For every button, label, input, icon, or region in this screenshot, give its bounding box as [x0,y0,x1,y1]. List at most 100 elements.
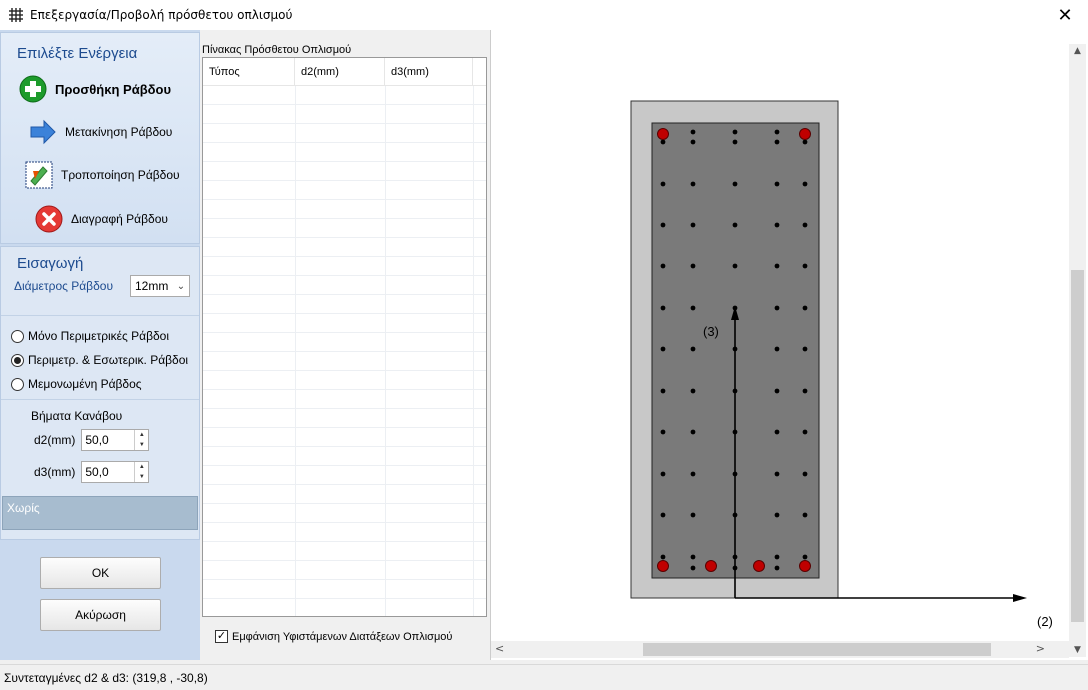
table-header: Τύπος d2(mm) d3(mm) [203,58,486,86]
grid-point [732,181,738,187]
grid-point [690,263,696,269]
grid-point [774,512,780,518]
grid-point [802,429,808,435]
grid-point [774,346,780,352]
status-bar: Συντεταγμένες d2 & d3: (319,8 , -30,8) [0,664,1088,690]
add-rebar-button[interactable]: Προσθήκη Ράβδου [19,75,171,103]
axis-2-label: (2) [1037,614,1053,629]
column-line [385,86,386,616]
grid-point [732,222,738,228]
spin-up-icon[interactable]: ▲ [135,430,148,440]
radio-single-bar[interactable]: Μεμονωμένη Ράβδος [11,377,142,391]
scroll-right-icon[interactable]: > [1036,642,1045,655]
grid-point [774,429,780,435]
grid-steps-title: Βήματα Κανάβου [31,409,123,423]
grid-point [802,512,808,518]
section-drawing[interactable]: (3) (2) [491,30,1069,642]
grid-point [802,554,808,560]
mode-status-box: Χωρίς [2,496,198,530]
add-rebar-label: Προσθήκη Ράβδου [55,81,172,97]
divider [1,315,199,316]
arrow-right-icon [30,119,56,145]
radio-circle [11,329,24,343]
radio-perimeter-only[interactable]: Μόνο Περιμετρικές Ράβδοι [11,329,169,343]
grid-point [660,388,666,394]
diameter-select[interactable]: 12mm ⌄ [130,275,190,297]
grid-point [660,554,666,560]
drawing-area[interactable]: (3) (2) ▲ ▼ < > [490,30,1088,660]
actions-group: Επιλέξτε Ενέργεια Προσθήκη Ράβδου Μετακί… [0,32,200,244]
edit-icon [25,161,53,189]
rebar[interactable] [657,128,669,140]
grid-point [690,554,696,560]
horizontal-scrollbar[interactable]: < > [491,641,1069,658]
edit-rebar-button[interactable]: Τροποποίηση Ράβδου [25,161,180,189]
grid-point [774,305,780,311]
insert-title: Εισαγωγή [17,255,84,272]
rebar[interactable] [657,560,669,572]
ok-button[interactable]: OK [40,557,161,589]
delete-rebar-button[interactable]: Διαγραφή Ράβδου [35,205,168,233]
grid-point [660,346,666,352]
grid-point [660,429,666,435]
spin-up-icon[interactable]: ▲ [135,462,148,472]
rebar[interactable] [753,560,765,572]
grid-point [660,263,666,269]
scroll-down-icon[interactable]: ▼ [1069,645,1086,655]
move-rebar-button[interactable]: Μετακίνηση Ράβδου [29,119,172,145]
horizontal-scroll-thumb[interactable] [643,643,991,656]
column-header-d3[interactable]: d3(mm) [385,58,473,85]
grid-point [690,305,696,311]
grid-point [774,181,780,187]
rebar[interactable] [799,128,811,140]
radio-perimeter-internal-label: Περιμετρ. & Εσωτερικ. Ράβδοι [28,353,189,367]
actions-title: Επιλέξτε Ενέργεια [17,45,138,62]
divider [1,399,199,400]
grid-point [660,512,666,518]
scroll-left-icon[interactable]: < [495,642,504,655]
grid-point [690,429,696,435]
scroll-up-icon[interactable]: ▲ [1069,46,1086,56]
d3-spinner[interactable]: 50,0 ▲ ▼ [81,461,150,483]
app-grid-icon [9,8,23,22]
grid-point [802,388,808,394]
close-button[interactable]: ✕ [1042,0,1088,30]
d3-row: d3(mm) 50,0 ▲ ▼ [34,461,150,483]
diameter-value: 12mm [135,279,169,293]
radio-perimeter-internal[interactable]: Περιμετρ. & Εσωτερικ. Ράβδοι [11,353,188,367]
vertical-scrollbar[interactable]: ▲ ▼ [1069,44,1086,657]
spin-down-icon[interactable]: ▼ [135,440,148,450]
grid-point [690,181,696,187]
grid-point [660,471,666,477]
rebar[interactable] [705,560,717,572]
d2-value: 50,0 [85,433,109,447]
rebar[interactable] [799,560,811,572]
d2-row: d2(mm) 50,0 ▲ ▼ [34,429,150,451]
close-icon: ✕ [1057,4,1073,26]
table-caption: Πίνακας Πρόσθετου Οπλισμού [202,44,352,56]
column-header-d2[interactable]: d2(mm) [295,58,385,85]
grid-point [802,181,808,187]
grid-point [660,181,666,187]
dialog-window: Επεξεργασία/Προβολή πρόσθετου οπλισμού ✕… [0,0,1088,690]
table-body [203,86,486,616]
radio-perimeter-only-label: Μόνο Περιμετρικές Ράβδοι [28,329,170,343]
grid-point [732,139,738,145]
rebar-table[interactable]: Τύπος d2(mm) d3(mm) [202,57,487,617]
grid-point [802,222,808,228]
grid-point [732,129,738,135]
spin-down-icon[interactable]: ▼ [135,472,148,482]
vertical-scroll-thumb[interactable] [1071,270,1084,622]
cancel-button[interactable]: Ακύρωση [40,599,161,631]
column-header-type[interactable]: Τύπος [203,58,295,85]
show-existing-checkbox[interactable]: ✓ Εμφάνιση Υφιστάμενων Διατάξεων Οπλισμο… [215,630,452,643]
axis-3-label: (3) [703,324,719,339]
grid-point [690,222,696,228]
diameter-label: Διάμετρος Ράβδου [14,279,113,293]
grid-point [690,471,696,477]
grid-point [690,139,696,145]
grid-point [774,129,780,135]
d2-spinner[interactable]: 50,0 ▲ ▼ [81,429,150,451]
add-icon [19,75,47,103]
d3-value: 50,0 [85,465,109,479]
